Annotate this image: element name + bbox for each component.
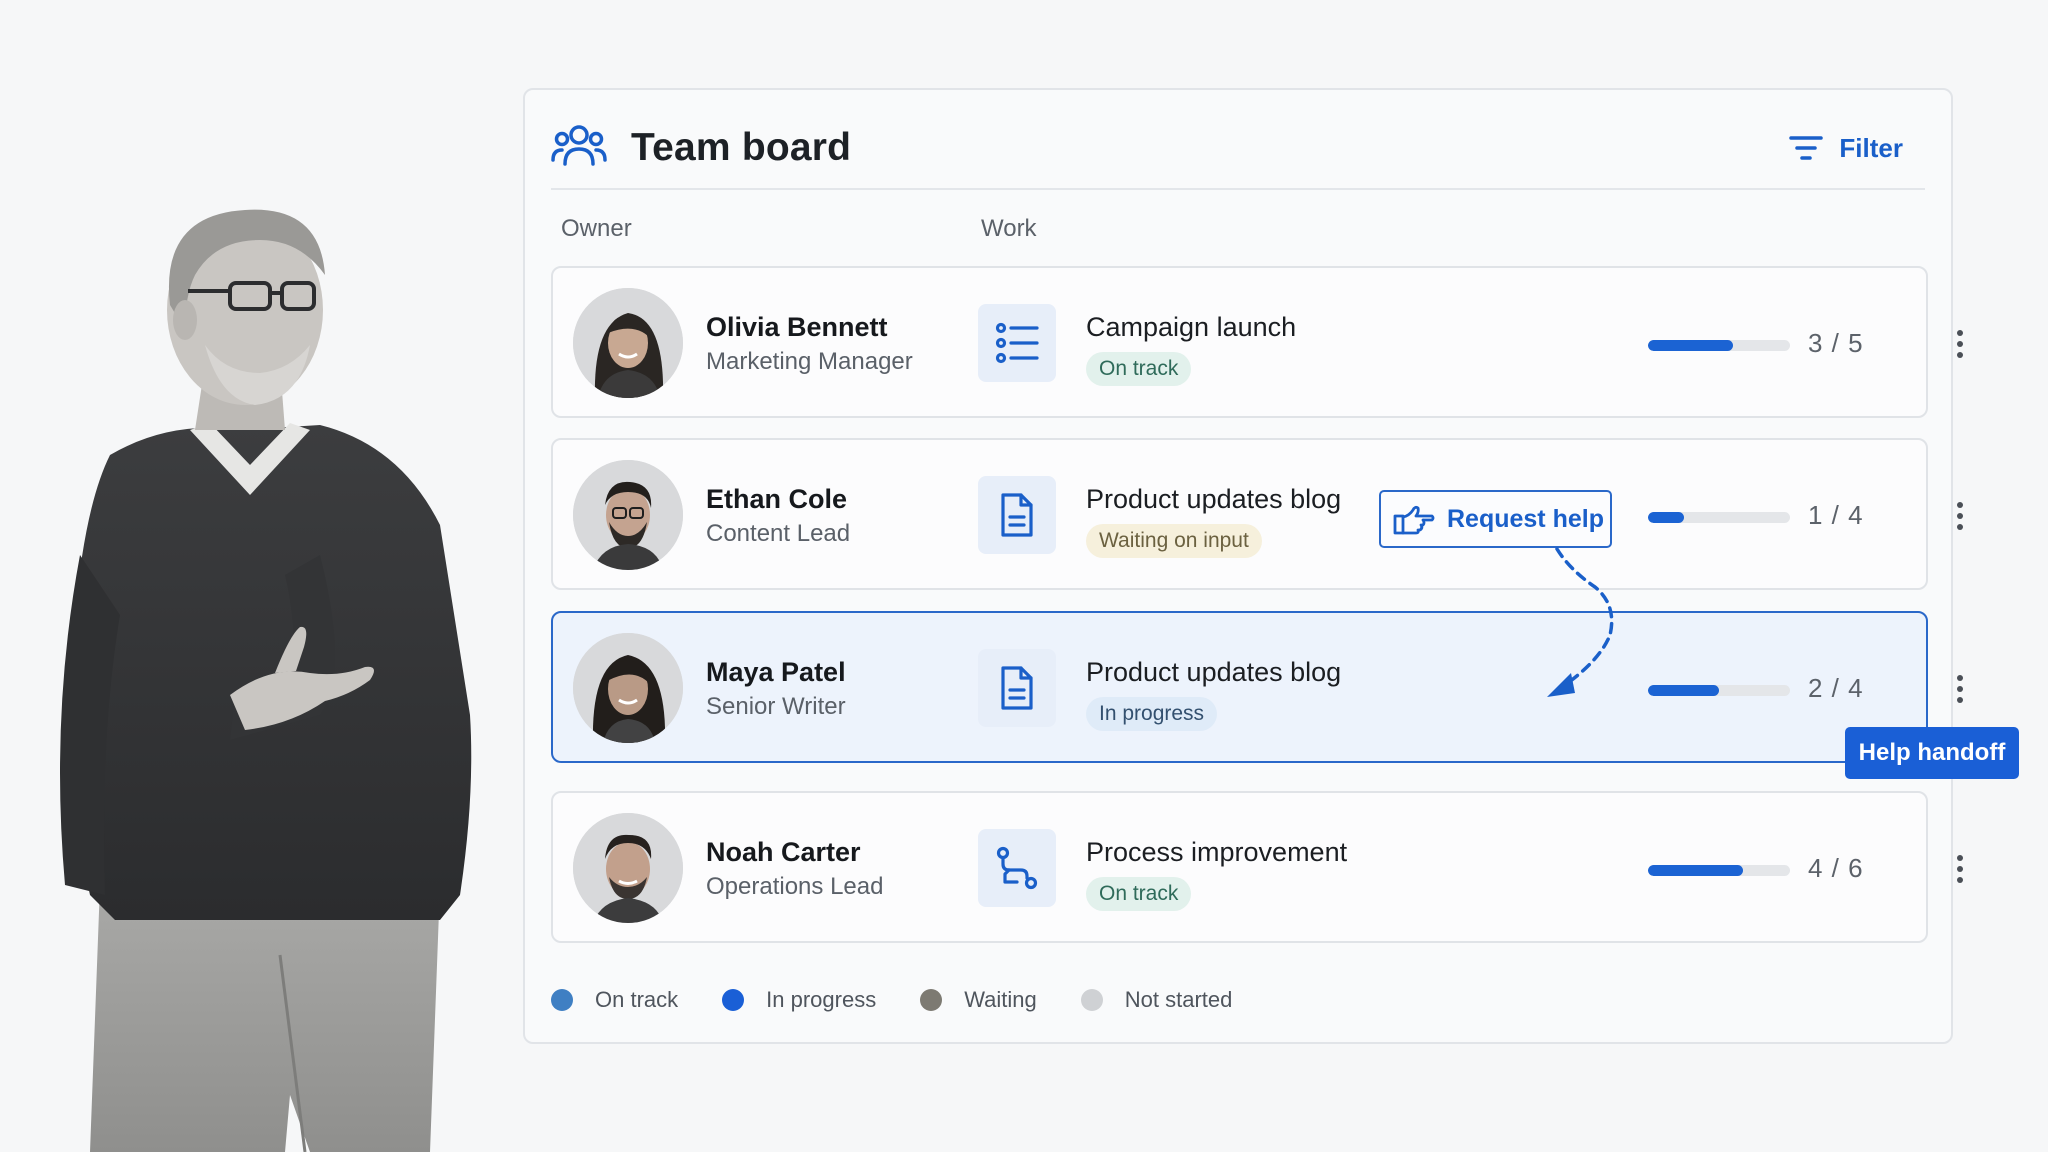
work-title: Process improvement: [1086, 837, 1348, 867]
progress-fill: [1648, 685, 1719, 696]
table-row[interactable]: Olivia Bennett Marketing Manager Campaig…: [551, 266, 1963, 418]
request-help-label: Request help: [1447, 504, 1604, 533]
column-header-work: Work: [981, 215, 1037, 242]
legend-dot-not-started: [1080, 989, 1103, 1011]
stage: Team board Filter Owner Work Olivia Benn…: [0, 0, 2048, 1152]
avatar: [573, 460, 683, 570]
owner-name: Noah Carter: [706, 837, 861, 867]
legend-dot-on-track: [551, 989, 573, 1011]
legend-item: On track: [551, 987, 678, 1013]
progress-count: 4 / 6: [1808, 853, 1864, 883]
legend-label: In progress: [766, 987, 877, 1012]
more-options-icon[interactable]: [1948, 669, 1972, 709]
progress-fill: [1648, 340, 1734, 351]
avatar: [573, 813, 683, 923]
legend-label: On track: [595, 987, 679, 1012]
progress-bar: [1648, 865, 1790, 876]
filter-icon: [1789, 136, 1824, 160]
avatar: [573, 288, 683, 398]
filter-button[interactable]: Filter: [1789, 128, 1903, 168]
progress-bar: [1648, 340, 1790, 351]
request-help-button[interactable]: Request help: [1379, 490, 1612, 548]
owner-role: Marketing Manager: [706, 348, 913, 375]
legend-dot-waiting: [920, 989, 943, 1011]
legend-label: Not started: [1124, 987, 1233, 1012]
legend-item: Waiting: [920, 987, 1037, 1013]
legend-item: Not started: [1080, 987, 1233, 1013]
table-row-highlighted[interactable]: Maya Patel Senior Writer Product updates…: [551, 611, 1963, 763]
progress-fill: [1648, 512, 1684, 523]
status-legend: On track In progress Waiting Not started: [551, 980, 1276, 1020]
owner-role: Content Lead: [706, 520, 851, 547]
status-badge: Waiting on input: [1086, 524, 1262, 558]
owner-role: Senior Writer: [706, 693, 846, 720]
workflow-icon: [978, 829, 1056, 907]
page-title: Team board: [631, 126, 852, 169]
avatar: [573, 633, 683, 743]
team-board-panel: Team board Filter Owner Work Olivia Benn…: [523, 88, 1963, 1044]
column-header-owner: Owner: [561, 215, 632, 242]
filter-label: Filter: [1839, 132, 1903, 163]
progress-count: 1 / 4: [1808, 500, 1864, 530]
owner-name: Olivia Bennett: [706, 312, 888, 342]
presenter-illustration: [60, 209, 472, 1152]
progress-fill: [1648, 865, 1743, 876]
work-title: Product updates blog: [1086, 657, 1342, 687]
legend-label: Waiting: [964, 987, 1037, 1012]
progress-bar: [1648, 512, 1790, 523]
table-row[interactable]: Ethan Cole Content Lead Product updates …: [551, 438, 1963, 590]
legend-item: In progress: [722, 987, 876, 1013]
table-row[interactable]: Noah Carter Operations Lead Process impr…: [551, 791, 1963, 943]
checklist-icon: [978, 304, 1056, 382]
owner-name: Maya Patel: [706, 657, 846, 687]
legend-dot-in-progress: [722, 989, 745, 1011]
status-badge: In progress: [1086, 697, 1218, 731]
progress-bar: [1648, 685, 1790, 696]
team-icon: [551, 125, 607, 166]
document-icon: [978, 649, 1056, 727]
work-title: Product updates blog: [1086, 484, 1342, 514]
status-badge: On track: [1086, 352, 1192, 386]
more-options-icon[interactable]: [1948, 496, 1972, 536]
work-title: Campaign launch: [1086, 312, 1297, 342]
progress-count: 3 / 5: [1808, 328, 1864, 358]
owner-role: Operations Lead: [706, 873, 884, 900]
help-handoff-tag: Help handoff: [1845, 727, 2019, 779]
pointing-hand-icon: [1393, 505, 1435, 535]
more-options-icon[interactable]: [1948, 849, 1972, 889]
status-badge: On track: [1086, 877, 1192, 911]
handoff-arrow-icon: [1547, 547, 1614, 697]
more-options-icon[interactable]: [1948, 324, 1972, 364]
owner-name: Ethan Cole: [706, 484, 848, 514]
board-header: Team board Filter: [551, 110, 1925, 190]
document-icon: [978, 476, 1056, 554]
progress-count: 2 / 4: [1808, 673, 1864, 703]
